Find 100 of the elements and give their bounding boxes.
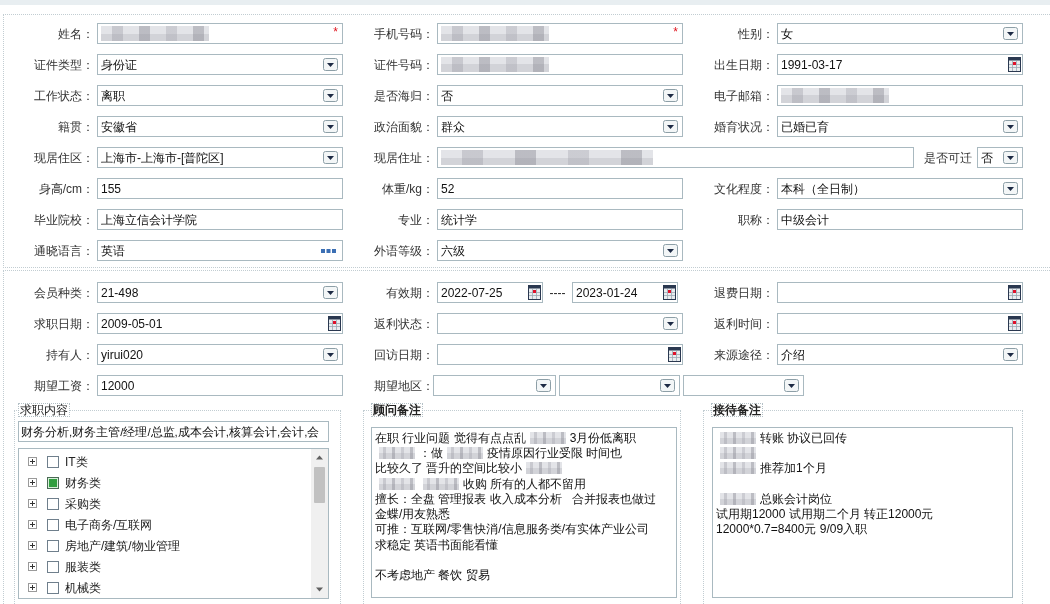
checkbox[interactable] <box>47 476 59 489</box>
calendar-icon[interactable] <box>1008 316 1021 331</box>
date-field[interactable]: 2009-05-01 <box>97 313 343 334</box>
plus-icon[interactable] <box>28 457 37 466</box>
date-field[interactable]: 2023-01-24 <box>572 282 678 303</box>
text-field[interactable]: 52 <box>437 178 683 199</box>
tree-item[interactable]: 房地产/建筑/物业管理 <box>65 538 180 553</box>
text-field[interactable]: * <box>437 23 683 44</box>
field-label: 通晓语言： <box>34 243 94 258</box>
redaction-block <box>720 431 756 444</box>
checkbox[interactable] <box>47 581 59 594</box>
caret-icon[interactable] <box>323 151 338 164</box>
dropdown[interactable]: 离职 <box>97 85 343 106</box>
field-label: 求职日期： <box>34 316 94 331</box>
panel-title: 求职内容 <box>18 403 70 417</box>
tree-item[interactable]: 财务类 <box>65 475 101 490</box>
caret-icon[interactable] <box>1003 120 1018 133</box>
checkbox[interactable] <box>47 560 59 573</box>
caret-icon[interactable] <box>1003 348 1018 361</box>
date-field[interactable]: 2022-07-25 <box>437 282 543 303</box>
calendar-icon[interactable] <box>528 285 541 300</box>
note-text: 3月份低离职 <box>569 430 637 445</box>
caret-icon[interactable] <box>323 120 338 133</box>
field-label: 婚育状况： <box>714 119 774 134</box>
checkbox[interactable] <box>47 497 59 510</box>
dropdown[interactable]: 本科（全日制） <box>777 178 1023 199</box>
lookup-field[interactable]: 英语 <box>97 240 343 261</box>
dropdown[interactable]: 已婚已育 <box>777 116 1023 137</box>
caret-icon[interactable] <box>323 348 338 361</box>
text-field[interactable]: 财务分析,财务主管/经理/总监,成本会计,核算会计,会计,会 <box>18 421 329 442</box>
text-field[interactable]: 12000 <box>97 375 343 396</box>
field-label: 持有人： <box>46 347 94 362</box>
notes-textarea[interactable]: 转账 协议已回传 推荐加1个月 总账会计岗位 试用期12000 试用期二个月 转正12000元 12000*0.7=8400元 9/09入职 <box>712 427 1013 598</box>
caret-icon[interactable] <box>323 58 338 71</box>
checkbox[interactable] <box>47 539 59 552</box>
dropdown[interactable]: 安徽省 <box>97 116 343 137</box>
dropdown[interactable]: 群众 <box>437 116 683 137</box>
text-field[interactable] <box>437 147 914 168</box>
note-text: 在职 行业问题 觉得有点点乱 <box>375 430 526 445</box>
caret-icon[interactable] <box>1003 27 1018 40</box>
date-field[interactable] <box>777 282 1023 303</box>
dropdown[interactable]: 上海市-上海市-[普陀区] <box>97 147 343 168</box>
panel-title: 顾问备注 <box>371 403 423 417</box>
dropdown[interactable]: 21-498 <box>97 282 343 303</box>
dropdown[interactable]: 否 <box>977 147 1023 168</box>
plus-icon[interactable] <box>28 520 37 529</box>
notes-textarea[interactable]: 在职 行业问题 觉得有点点乱 3月份低离职 ：做 疫情原因行业受限 时间也 比较久了 晋升的空间比较小 收购 所有的人都不留用 擅长：全盘 管理报表 收入成本分析 合并报表也做过 金蝶/用友熟悉 可推：互联网/零售快消/信息服务类/有实体产业公司 求稳定 英语书面能看懂 不考虑地产 餐饮 贸易 <box>371 427 677 598</box>
redaction-block <box>720 462 756 475</box>
tree-item[interactable]: 机械类 <box>65 580 101 595</box>
date-field[interactable] <box>777 313 1023 334</box>
plus-icon[interactable] <box>28 583 37 592</box>
redaction-block <box>529 431 566 444</box>
calendar-icon[interactable] <box>1008 57 1021 72</box>
caret-icon[interactable] <box>663 317 678 330</box>
note-text: 疫情原因行业受限 时间也 <box>487 445 623 460</box>
tree-item[interactable]: 服装类 <box>65 559 101 574</box>
checkbox[interactable] <box>47 455 59 468</box>
field-label: 专业： <box>398 212 434 227</box>
text-field[interactable]: 上海立信会计学院 <box>97 209 343 230</box>
calendar-icon[interactable] <box>668 347 681 362</box>
caret-icon[interactable] <box>660 379 675 392</box>
caret-icon[interactable] <box>663 244 678 257</box>
dropdown[interactable]: 女 <box>777 23 1023 44</box>
caret-icon[interactable] <box>323 286 338 299</box>
date-field[interactable]: 1991-03-17 <box>777 54 1023 75</box>
dropdown[interactable]: 否 <box>437 85 683 106</box>
caret-icon[interactable] <box>663 120 678 133</box>
text-field[interactable]: 155 <box>97 178 343 199</box>
tree-item[interactable]: 电子商务/互联网 <box>65 517 153 532</box>
dropdown[interactable]: 介绍 <box>777 344 1023 365</box>
date-field[interactable] <box>437 344 683 365</box>
scrollbar-thumb[interactable] <box>314 467 325 503</box>
caret-icon[interactable] <box>1003 182 1018 195</box>
calendar-icon[interactable] <box>663 285 676 300</box>
dropdown[interactable]: 身份证 <box>97 54 343 75</box>
plus-icon[interactable] <box>28 499 37 508</box>
calendar-icon[interactable] <box>1008 285 1021 300</box>
dropdown[interactable]: yirui020 <box>97 344 343 365</box>
caret-icon[interactable] <box>663 89 678 102</box>
redaction-block <box>379 446 415 459</box>
checkbox[interactable] <box>47 518 59 531</box>
tree-item[interactable]: IT类 <box>65 454 88 469</box>
field-label: 证件号码： <box>374 57 434 72</box>
caret-icon[interactable] <box>536 379 551 392</box>
scrollbar[interactable] <box>311 449 328 598</box>
text-field[interactable]: * <box>97 23 343 44</box>
text-field[interactable] <box>777 85 1023 106</box>
ellipsis-icon[interactable] <box>321 248 336 253</box>
text-field[interactable] <box>437 54 683 75</box>
dropdown[interactable]: 六级 <box>437 240 683 261</box>
text-field[interactable]: 统计学 <box>437 209 683 230</box>
tree-item[interactable]: 采购类 <box>65 496 101 511</box>
calendar-icon[interactable] <box>328 316 341 331</box>
caret-icon[interactable] <box>1003 151 1018 164</box>
plus-icon[interactable] <box>28 562 37 571</box>
text-field[interactable]: 中级会计 <box>777 209 1023 230</box>
plus-icon[interactable] <box>28 541 37 550</box>
caret-icon[interactable] <box>323 89 338 102</box>
caret-icon[interactable] <box>784 379 799 392</box>
plus-icon[interactable] <box>28 478 37 487</box>
